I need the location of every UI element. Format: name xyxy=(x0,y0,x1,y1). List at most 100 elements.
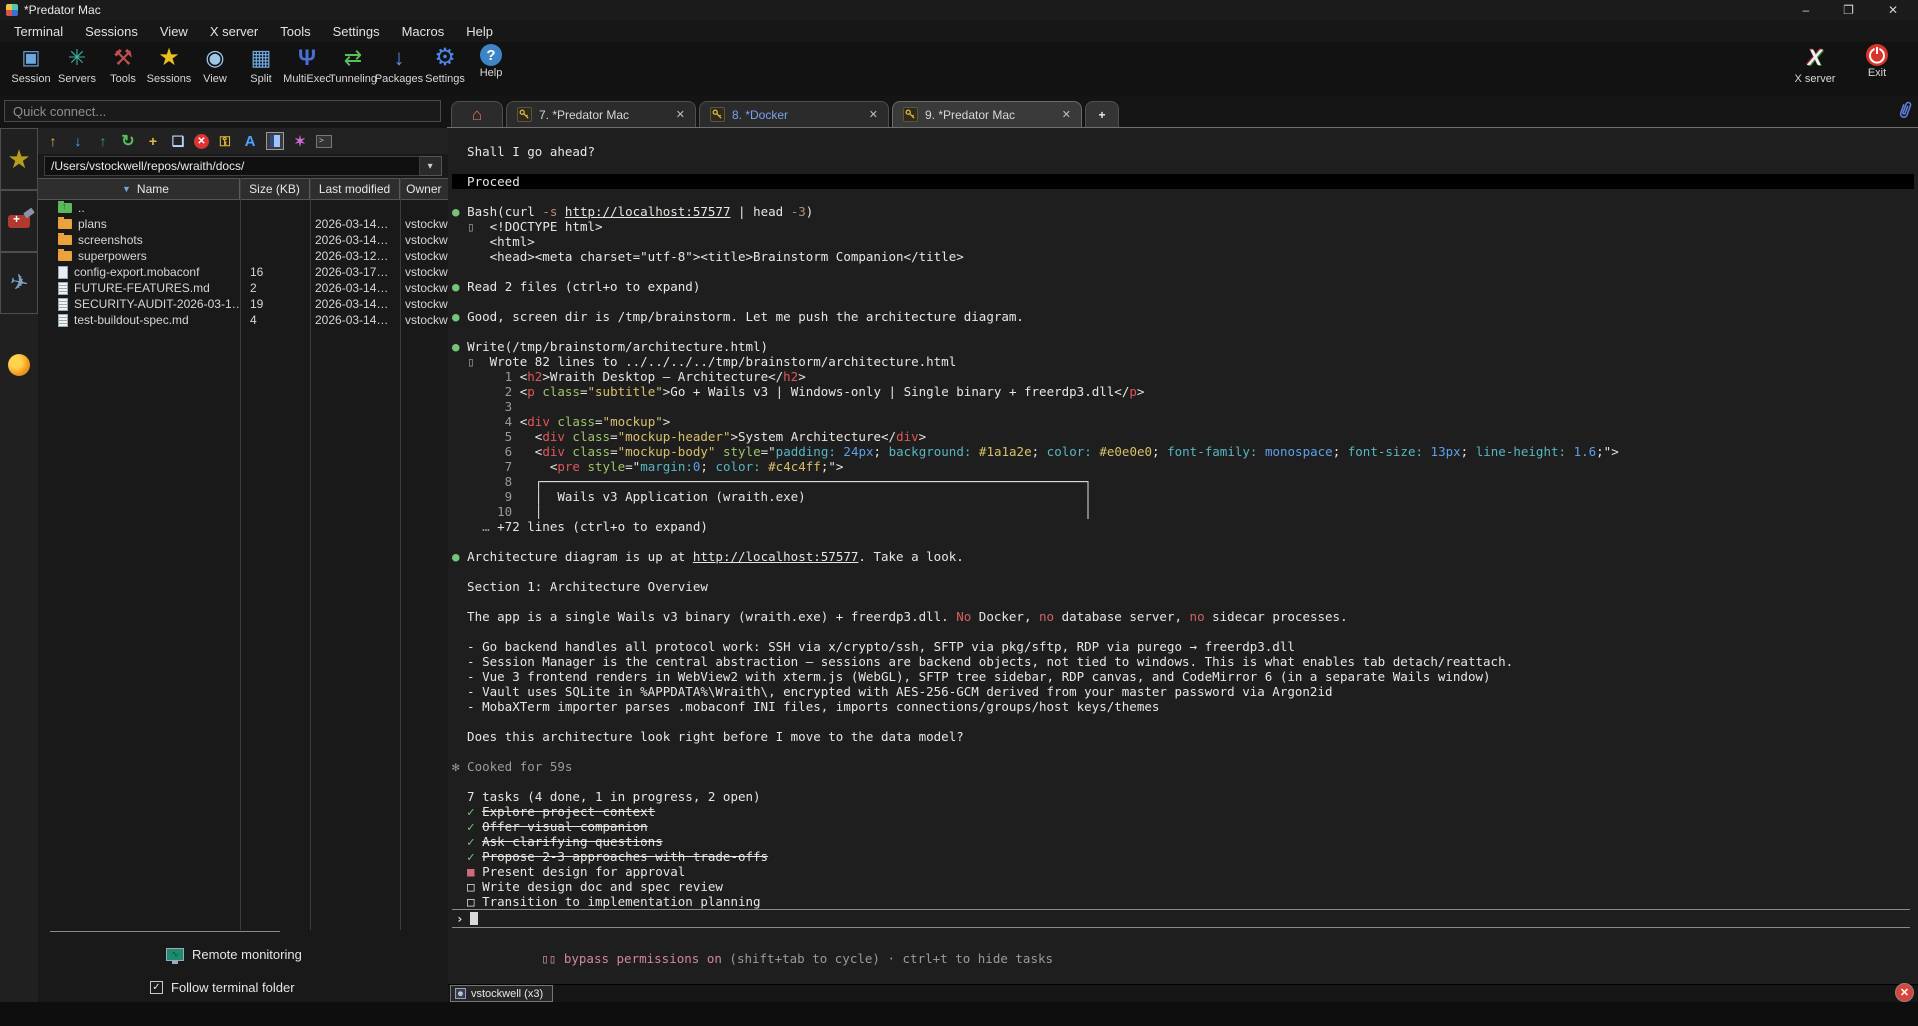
path-input[interactable]: /Users/vstockwell/repos/wraith/docs/ xyxy=(44,156,420,176)
tab-8-docker[interactable]: 8. *Docker ✕ xyxy=(699,101,889,127)
checkbox-checked-icon[interactable]: ✓ xyxy=(150,981,163,994)
file-row[interactable]: test-buildout-spec.md42026-03-14…vstockw xyxy=(38,312,448,328)
toolbar-tools-button[interactable]: ⚒Tools xyxy=(100,44,146,85)
upload-icon[interactable]: ↑ xyxy=(94,132,112,150)
tab-close-icon[interactable]: ✕ xyxy=(676,108,685,121)
file-owner: vstockw xyxy=(400,217,448,231)
file-row[interactable]: superpowers2026-03-12…vstockw xyxy=(38,248,448,264)
sidebar-bottom: ∿ Remote monitoring ✓ Follow terminal fo… xyxy=(38,931,448,1002)
toolbar-help-button[interactable]: ?Help xyxy=(468,44,514,85)
terminal[interactable]: Shall I go ahead? Proceed ● Bash(curl -s… xyxy=(448,128,1918,984)
toolbar-multiexec-button[interactable]: ΨMultiExec xyxy=(284,44,330,85)
toolbar-tunneling-button[interactable]: ⇄Tunneling xyxy=(330,44,376,85)
toolbar-label: Servers xyxy=(58,73,96,85)
terminal-line: ● Read 2 files (ctrl+o to expand) xyxy=(452,279,1914,294)
key-icon xyxy=(710,107,725,122)
menu-item-x-server[interactable]: X server xyxy=(210,24,258,39)
menu-item-view[interactable]: View xyxy=(160,24,188,39)
terminal-line: Shall I go ahead? xyxy=(452,144,1914,159)
key-icon xyxy=(517,107,532,122)
terminal-input[interactable]: › xyxy=(452,909,1910,928)
column-header-modified[interactable]: Last modified xyxy=(310,179,400,199)
menu-item-settings[interactable]: Settings xyxy=(333,24,380,39)
toolbar-settings-button[interactable]: ⚙Settings xyxy=(422,44,468,85)
multiexec-icon: Ψ xyxy=(293,44,321,72)
exit-power-icon xyxy=(1866,44,1888,66)
delete-icon[interactable]: ✕ xyxy=(194,134,209,149)
sessions-star-button[interactable]: ★ xyxy=(0,128,38,190)
tab-close-icon[interactable]: ✕ xyxy=(1062,108,1071,121)
panel-view-icon[interactable] xyxy=(266,132,284,150)
file-name: config-export.mobaconf xyxy=(74,265,199,279)
font-icon[interactable]: A xyxy=(241,132,259,150)
toolbar-split-button[interactable]: ▦Split xyxy=(238,44,284,85)
terminal-icon[interactable]: > xyxy=(316,135,332,148)
column-header-owner[interactable]: Owner xyxy=(400,179,448,199)
file-owner: vstockw xyxy=(400,313,448,327)
file-row[interactable]: SECURITY-AUDIT-2026-03-1…192026-03-14…vs… xyxy=(38,296,448,312)
minimize-button[interactable]: – xyxy=(1802,3,1809,17)
new-file-icon[interactable]: ❏ xyxy=(169,132,187,150)
toolbar-x-server-button[interactable]: XX server xyxy=(1792,44,1838,85)
terminal-line: 7 <pre style="margin:0; color: #c4c4ff;"… xyxy=(452,459,1914,474)
toolbar-exit-button[interactable]: Exit xyxy=(1854,44,1900,85)
folder-up-icon[interactable]: ↑ xyxy=(44,132,62,150)
column-header-name[interactable]: ▼ Name xyxy=(38,179,240,199)
refresh-icon[interactable]: ↻ xyxy=(119,132,137,150)
tab-9-predator-mac[interactable]: 9. *Predator Mac ✕ xyxy=(892,101,1082,127)
toolbar-view-button[interactable]: ◉View xyxy=(192,44,238,85)
xserver-icon: X xyxy=(1801,44,1829,72)
terminal-line: … +72 lines (ctrl+o to expand) xyxy=(452,519,1914,534)
terminal-line: ▯ <!DOCTYPE html> xyxy=(452,219,1914,234)
menu-item-macros[interactable]: Macros xyxy=(402,24,445,39)
file-row[interactable]: screenshots2026-03-14…vstockw xyxy=(38,232,448,248)
quick-connect-input[interactable]: Quick connect... xyxy=(4,100,441,122)
file-modified: 2026-03-14… xyxy=(310,281,400,295)
terminal-line xyxy=(452,324,1914,339)
terminal-output: Shall I go ahead? Proceed ● Bash(curl -s… xyxy=(448,128,1918,909)
terminal-line xyxy=(452,534,1914,549)
toolbar-packages-button[interactable]: ↓Packages xyxy=(376,44,422,85)
column-header-size[interactable]: Size (KB) xyxy=(240,179,310,199)
path-dropdown-button[interactable]: ▾ xyxy=(420,156,442,176)
key-icon[interactable]: ⚿ xyxy=(216,132,234,150)
menu-item-terminal[interactable]: Terminal xyxy=(14,24,63,39)
globe-icon[interactable] xyxy=(8,354,30,376)
chevron-down-icon: ▾ xyxy=(428,161,433,172)
file-row[interactable]: .. xyxy=(38,200,448,216)
toolbar-servers-button[interactable]: ✳Servers xyxy=(54,44,100,85)
close-button[interactable]: ✕ xyxy=(1888,3,1898,17)
menu-item-sessions[interactable]: Sessions xyxy=(85,24,138,39)
new-folder-icon[interactable]: + xyxy=(144,132,162,150)
new-tab-button[interactable]: + xyxy=(1085,101,1119,127)
toolbar-session-button[interactable]: ▣Session xyxy=(8,44,54,85)
toolbar-label: Help xyxy=(480,67,503,79)
file-modified: 2026-03-14… xyxy=(310,297,400,311)
file-row[interactable]: FUTURE-FEATURES.md22026-03-14…vstockw xyxy=(38,280,448,296)
terminal-line xyxy=(452,624,1914,639)
follow-terminal-folder[interactable]: ✓ Follow terminal folder xyxy=(150,976,448,998)
monitor-icon: ∿ xyxy=(166,948,184,961)
remote-monitoring[interactable]: ∿ Remote monitoring xyxy=(166,944,448,964)
file-size: 4 xyxy=(240,313,310,327)
toolbar-sessions-button[interactable]: ★Sessions xyxy=(146,44,192,85)
tab-close-icon[interactable]: ✕ xyxy=(869,108,878,121)
file-row[interactable]: plans2026-03-14…vstockw xyxy=(38,216,448,232)
column-divider xyxy=(400,178,401,930)
download-icon[interactable]: ↓ xyxy=(69,132,87,150)
tab-7-predator-mac[interactable]: 7. *Predator Mac ✕ xyxy=(506,101,696,127)
menu-item-help[interactable]: Help xyxy=(466,24,493,39)
menu-item-tools[interactable]: Tools xyxy=(280,24,310,39)
paper-plane-button[interactable]: ✈ xyxy=(0,252,38,314)
session-chip[interactable]: ☻ vstockwell (x3) xyxy=(450,985,553,1002)
tools-knife-button[interactable] xyxy=(0,190,38,252)
top-strip: Quick connect... ⌂ 7. *Predator Mac ✕ 8.… xyxy=(0,96,1918,128)
paperclip-icon[interactable] xyxy=(1898,100,1912,123)
maximize-button[interactable]: ❐ xyxy=(1843,3,1854,17)
wand-icon[interactable]: ✶ xyxy=(291,132,309,150)
close-session-button[interactable]: ✕ xyxy=(1895,983,1914,1002)
terminal-line: 9 │ Wails v3 Application (wraith.exe) │ xyxy=(452,489,1914,504)
terminal-line: ● Bash(curl -s http://localhost:57577 | … xyxy=(452,204,1914,219)
tab-home[interactable]: ⌂ xyxy=(451,101,503,127)
file-row[interactable]: config-export.mobaconf162026-03-17…vstoc… xyxy=(38,264,448,280)
